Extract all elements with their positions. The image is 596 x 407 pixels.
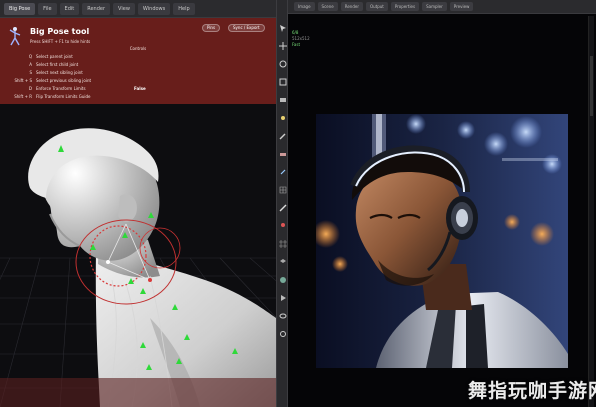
control-row: A Select first child joint [0,62,276,70]
render-icon[interactable] [279,294,287,302]
preview-scrollbar[interactable] [588,16,594,407]
render-preview-pane[interactable]: Image Scene Render Output Properties Sampler P… [288,0,596,407]
viewport-menu-bar: Big Pose File Edit Render View Windows Help [0,0,276,18]
render-info-line: Fast [292,42,301,47]
sync-export-button[interactable]: Sync / Export [228,24,265,32]
control-key: D [28,86,32,91]
move-icon[interactable] [279,42,287,50]
preview-tab[interactable]: Preview [449,2,474,11]
layers-icon[interactable] [279,258,287,266]
control-key: S [29,70,32,75]
menu-tab[interactable]: Big Pose [4,2,36,15]
big-pose-panel: Big Pose tool Press SHIFT + F1 to hide h… [0,18,276,104]
control-description: Select previous sibling joint [36,78,92,83]
preview-tab-bar: Image Scene Render Output Properties Sampler P… [288,0,596,14]
menu-tab[interactable]: Render [82,2,111,15]
rendered-portrait-image [316,114,568,368]
control-key: Shift + R [14,94,32,99]
control-description: Flip Transform Limits Guide [36,94,91,99]
controls-heading: Controls [129,46,147,51]
rotate-icon[interactable] [279,60,287,68]
menu-tab[interactable]: Edit [59,2,80,15]
light-icon[interactable] [279,114,287,122]
preview-tab[interactable]: Sampler [422,2,447,11]
bone-icon[interactable] [279,204,287,212]
timeline-strip[interactable] [0,378,276,407]
control-row: Q Select parent joint [0,54,276,62]
control-row: D Enforce Transform Limits False [0,86,276,94]
mesh-icon[interactable] [279,186,287,194]
control-description: Select parent joint [36,54,73,59]
pin-icon[interactable] [279,222,287,230]
pose-figure-icon [9,27,21,46]
control-row: Shift + R Flip Transform Limits Guide [0,94,276,102]
menu-tab[interactable]: File [38,2,57,15]
control-description: Select first child joint [36,62,79,67]
material-icon[interactable] [279,276,287,284]
eye-icon[interactable] [279,312,287,320]
camera-icon[interactable] [279,96,287,104]
preview-tab[interactable]: Output [365,2,388,11]
select-icon[interactable] [279,24,287,32]
scale-icon[interactable] [279,78,287,86]
preview-tab[interactable]: Properties [390,2,420,11]
control-key: Q [28,54,32,59]
preview-tab[interactable]: Image [294,2,315,11]
menu-tab[interactable]: View [113,2,135,15]
control-description: Select next sibling joint [36,70,83,75]
big-pose-title: Big Pose tool [30,27,90,36]
menu-tab[interactable]: Windows [137,2,171,15]
control-row: Shift + S Select previous sibling joint [0,78,276,86]
brush-icon[interactable] [279,132,287,140]
preview-tab[interactable]: Render [340,2,363,11]
settings-icon[interactable] [279,330,287,338]
control-description: Enforce Transform Limits [36,86,86,91]
preview-tab[interactable]: Scene [317,2,338,11]
control-key: Shift + S [14,78,32,83]
pins-button[interactable]: Pins [202,24,221,32]
pose-viewport[interactable]: Big Pose File Edit Render View Windows Help [0,0,276,407]
render-info: 6/8 512x512 Fast [292,30,310,48]
watermark-text: 舞指玩咖手游网 [468,380,596,402]
control-row: S Select next sibling joint [0,70,276,78]
control-value: False [134,86,146,91]
menu-tab[interactable]: Help [173,2,195,15]
big-pose-hint: Press SHIFT + F1 to hide hints [30,39,91,44]
control-key: A [29,62,32,67]
picker-icon[interactable] [279,168,287,176]
grid-icon[interactable] [279,240,287,248]
eraser-icon[interactable] [279,150,287,158]
tool-strip [276,0,288,407]
